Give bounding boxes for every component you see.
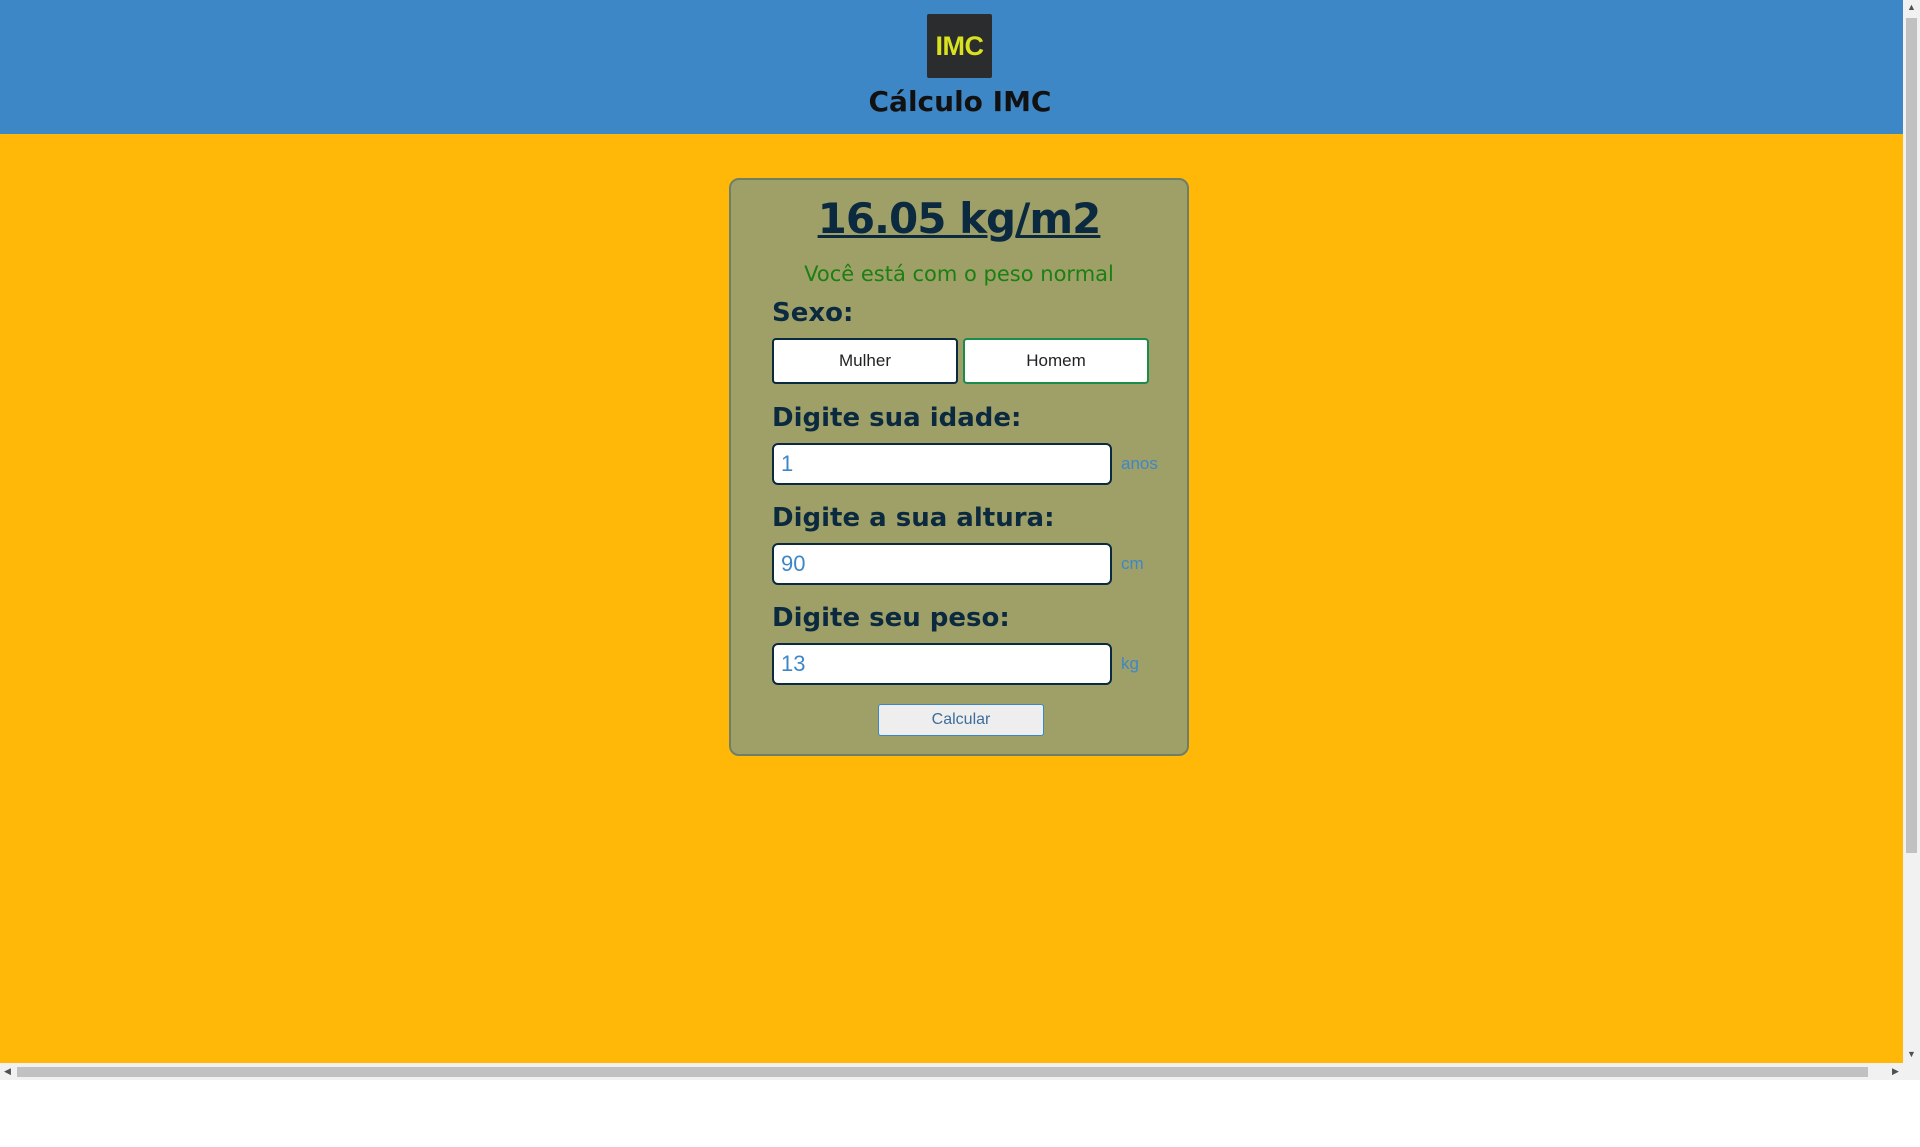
page-viewport: IMC Cálculo IMC 16.05 kg/m2 Você está co… bbox=[0, 0, 1903, 1063]
scroll-down-icon[interactable]: ▼ bbox=[1907, 1050, 1916, 1059]
imc-card: 16.05 kg/m2 Você está com o peso normal … bbox=[729, 178, 1189, 756]
vertical-scrollbar-thumb[interactable] bbox=[1906, 18, 1917, 853]
imc-status-message: Você está com o peso normal bbox=[804, 262, 1114, 286]
age-input[interactable] bbox=[772, 443, 1112, 485]
app-header: IMC Cálculo IMC bbox=[0, 0, 1903, 134]
height-label: Digite a sua altura: bbox=[772, 503, 1055, 533]
weight-input[interactable] bbox=[772, 643, 1112, 685]
height-unit: cm bbox=[1121, 554, 1144, 573]
scroll-up-icon[interactable]: ▲ bbox=[1907, 3, 1916, 12]
horizontal-scrollbar-thumb[interactable] bbox=[17, 1067, 1868, 1077]
scroll-left-icon[interactable]: ◀ bbox=[4, 1067, 11, 1076]
age-unit: anos bbox=[1121, 454, 1158, 473]
scroll-right-icon[interactable]: ▶ bbox=[1892, 1067, 1899, 1076]
app-logo: IMC bbox=[927, 14, 992, 78]
weight-label: Digite seu peso: bbox=[772, 603, 1010, 633]
app-title: Cálculo IMC bbox=[868, 85, 1052, 118]
sex-label: Sexo: bbox=[772, 298, 854, 328]
sex-option-mulher[interactable]: Mulher bbox=[772, 338, 958, 384]
sex-option-homem[interactable]: Homem bbox=[963, 338, 1149, 384]
imc-result: 16.05 kg/m2 bbox=[817, 194, 1102, 243]
vertical-scrollbar[interactable]: ▲ ▼ bbox=[1903, 0, 1920, 1063]
weight-unit: kg bbox=[1121, 654, 1139, 673]
age-label: Digite sua idade: bbox=[772, 403, 1022, 433]
calculate-button[interactable]: Calcular bbox=[878, 704, 1044, 736]
height-input[interactable] bbox=[772, 543, 1112, 585]
horizontal-scrollbar[interactable]: ◀ ▶ bbox=[0, 1063, 1920, 1080]
